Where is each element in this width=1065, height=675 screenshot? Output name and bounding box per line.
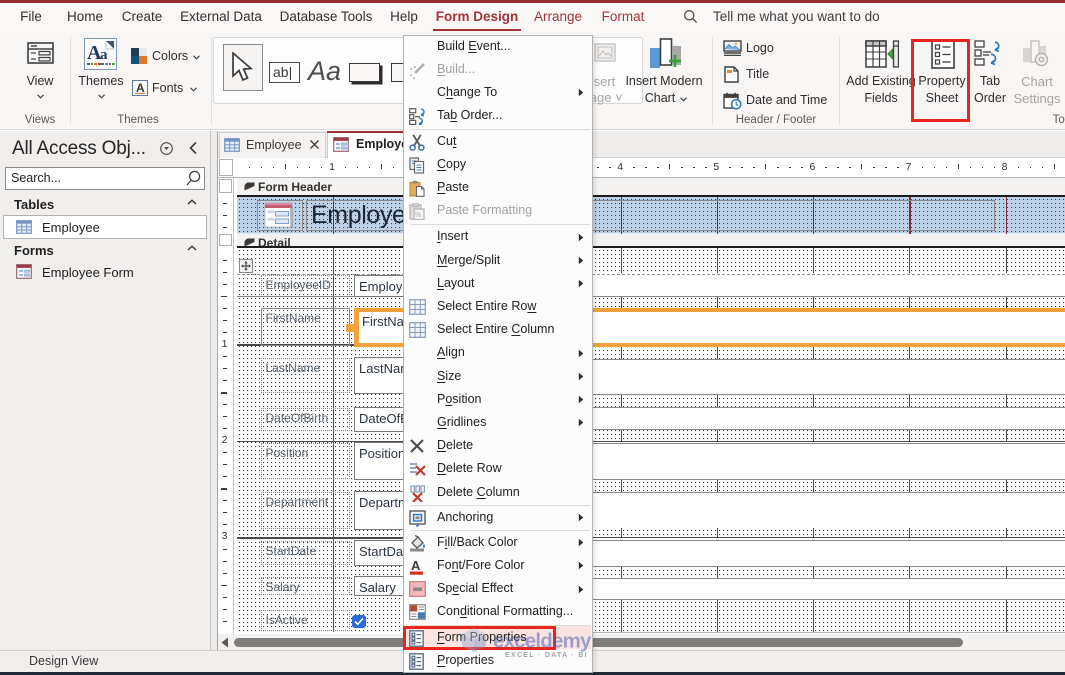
svg-text:a: a (100, 47, 108, 63)
svg-text:%: % (415, 212, 421, 219)
svg-text:A: A (411, 558, 421, 573)
svg-text:exceldemy: exceldemy (493, 630, 592, 653)
svg-text:EXCEL · DATA · BI: EXCEL · DATA · BI (505, 652, 588, 659)
